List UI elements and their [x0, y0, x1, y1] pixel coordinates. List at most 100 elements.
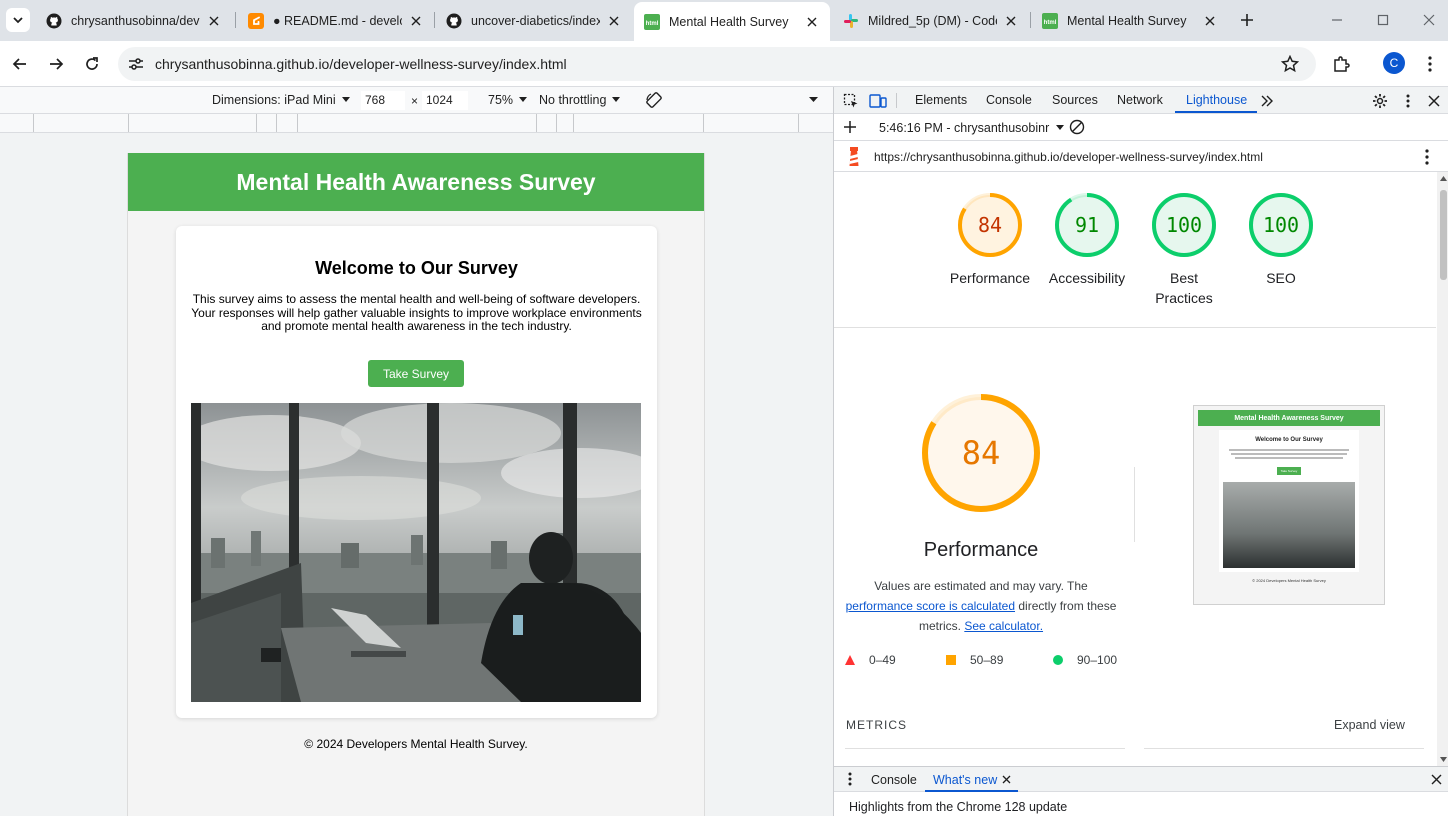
browser-toolbar: chrysanthusobinna.github.io/developer-we…	[0, 41, 1448, 87]
new-tab-button[interactable]	[1236, 9, 1258, 31]
score-label: Performance	[949, 270, 1031, 286]
tab-github-1[interactable]: chrysanthusobinna/deve	[36, 4, 232, 37]
scroll-thumb[interactable]	[1440, 190, 1447, 280]
browser-menu-button[interactable]	[1416, 50, 1444, 78]
drawer-active-indicator	[925, 790, 1018, 792]
tab-lighthouse[interactable]: Lighthouse	[1186, 93, 1247, 107]
tab-title: ● README.md - develop	[273, 13, 402, 28]
reload-button[interactable]	[78, 50, 106, 78]
score-calculated-link[interactable]: performance score is calculated	[846, 599, 1015, 613]
media-query-ruler	[0, 114, 833, 133]
caret-down-icon	[809, 97, 818, 102]
site-info-icon	[129, 58, 143, 70]
drawer-tab-whats-new[interactable]: What's new	[933, 773, 997, 787]
address-bar[interactable]: chrysanthusobinna.github.io/developer-we…	[118, 47, 1316, 81]
thumb-text-line	[1229, 449, 1349, 451]
metrics-heading: METRICS	[846, 718, 907, 732]
green-circle-icon	[1053, 655, 1063, 665]
close-icon[interactable]	[206, 13, 222, 29]
forward-button[interactable]	[42, 50, 70, 78]
minimize-icon	[1332, 19, 1342, 21]
chevron-double-right-icon	[1261, 95, 1273, 107]
dimensions-label: Dimensions: iPad Mini	[212, 93, 336, 107]
devtools-tabbar: Elements Console Sources Network Lightho…	[834, 87, 1448, 114]
close-icon[interactable]	[1202, 13, 1218, 29]
performance-title: Performance	[923, 539, 1039, 561]
width-input[interactable]: 768	[361, 91, 405, 110]
more-tabs-button[interactable]	[1258, 92, 1276, 110]
throttling-dropdown[interactable]: No throttling	[539, 93, 621, 107]
tab-title: Mildred_5p (DM) - Code	[868, 13, 997, 28]
gauge-seo[interactable]: 100 SEO	[1236, 172, 1326, 288]
kebab-menu-icon	[1425, 149, 1429, 165]
window-close-button[interactable]	[1418, 9, 1440, 31]
performance-big-gauge: 84	[920, 392, 1042, 514]
close-icon	[1002, 775, 1011, 784]
tab-sources[interactable]: Sources	[1052, 93, 1098, 107]
zoom-dropdown[interactable]: 75%	[488, 93, 528, 107]
inspect-button[interactable]	[842, 92, 860, 110]
whats-new-headline: Highlights from the Chrome 128 update	[849, 800, 1068, 814]
back-arrow-icon	[12, 58, 26, 70]
tab-github-2[interactable]: uncover-diabetics/index	[436, 4, 632, 37]
drawer-tabbar: Console What's new	[834, 767, 1448, 792]
clear-reports-button[interactable]	[1068, 118, 1086, 136]
tab-elements[interactable]: Elements	[915, 93, 967, 107]
device-options-button[interactable]	[809, 97, 818, 103]
minimize-button[interactable]	[1326, 9, 1348, 31]
tab-mental-health-active[interactable]: html Mental Health Survey	[634, 2, 830, 41]
gauge-best-practices[interactable]: 100 Best Practices	[1139, 172, 1229, 308]
report-selector[interactable]: 5:46:16 PM - chrysanthusobinr	[879, 121, 1065, 135]
active-tab-indicator	[1175, 111, 1257, 113]
close-icon[interactable]	[408, 13, 424, 29]
report-scrollbar[interactable]	[1437, 172, 1448, 766]
gauge-accessibility[interactable]: 91 Accessibility	[1042, 172, 1132, 288]
throttling-label: No throttling	[539, 93, 607, 107]
maximize-button[interactable]	[1372, 9, 1394, 31]
tab-search-button[interactable]	[6, 8, 30, 32]
metrics-divider	[1144, 748, 1424, 749]
tab-network[interactable]: Network	[1117, 93, 1163, 107]
height-input[interactable]: 1024	[422, 91, 468, 110]
close-icon[interactable]	[606, 13, 622, 29]
score-label: SEO	[1266, 270, 1296, 286]
back-button[interactable]	[6, 50, 34, 78]
take-survey-button[interactable]: Take Survey	[368, 360, 464, 387]
drawer-tab-console[interactable]: Console	[871, 773, 917, 787]
rotate-button[interactable]	[645, 91, 663, 109]
tab-gitpod[interactable]: ● README.md - develop	[238, 4, 434, 37]
expand-view-toggle[interactable]: Expand view	[1334, 718, 1405, 732]
new-report-button[interactable]	[841, 118, 859, 136]
devtools-close-button[interactable]	[1425, 92, 1443, 110]
devtools-settings-button[interactable]	[1371, 92, 1389, 110]
tab-separator	[896, 93, 897, 108]
profile-avatar[interactable]: C	[1383, 52, 1405, 74]
caret-down-icon	[341, 97, 350, 102]
tab-separator	[434, 12, 435, 28]
legend-fail: 0–49	[845, 653, 896, 667]
close-icon[interactable]	[1003, 13, 1019, 29]
dimensions-dropdown[interactable]: Dimensions: iPad Mini	[212, 93, 350, 107]
device-toggle-button[interactable]	[869, 92, 887, 110]
tab-slack[interactable]: Mildred_5p (DM) - Code	[833, 4, 1029, 37]
html-icon: html	[1042, 12, 1058, 29]
caret-down-icon	[612, 97, 621, 102]
welcome-card: Welcome to Our Survey This survey aims t…	[176, 226, 657, 718]
tab-separator	[235, 12, 236, 28]
devtools-menu-button[interactable]	[1399, 92, 1417, 110]
vertical-divider	[1134, 467, 1135, 542]
see-calculator-link[interactable]: See calculator.	[964, 619, 1043, 633]
tab-console[interactable]: Console	[986, 93, 1032, 107]
tab-title: uncover-diabetics/index	[471, 13, 600, 28]
slack-icon	[844, 13, 858, 28]
tab-mental-health-2[interactable]: html Mental Health Survey	[1032, 4, 1228, 37]
plus-icon	[844, 121, 856, 133]
extensions-button[interactable]	[1327, 50, 1355, 78]
github-icon	[446, 13, 462, 28]
score-value: 100	[1165, 213, 1203, 237]
close-icon[interactable]	[804, 14, 820, 30]
score-label: Best Practices	[1155, 270, 1213, 306]
final-screenshot-thumbnail[interactable]: Mental Health Awareness Survey Welcome t…	[1193, 405, 1385, 605]
gauge-performance[interactable]: 84 Performance	[945, 172, 1035, 288]
chevron-down-icon	[13, 17, 23, 24]
